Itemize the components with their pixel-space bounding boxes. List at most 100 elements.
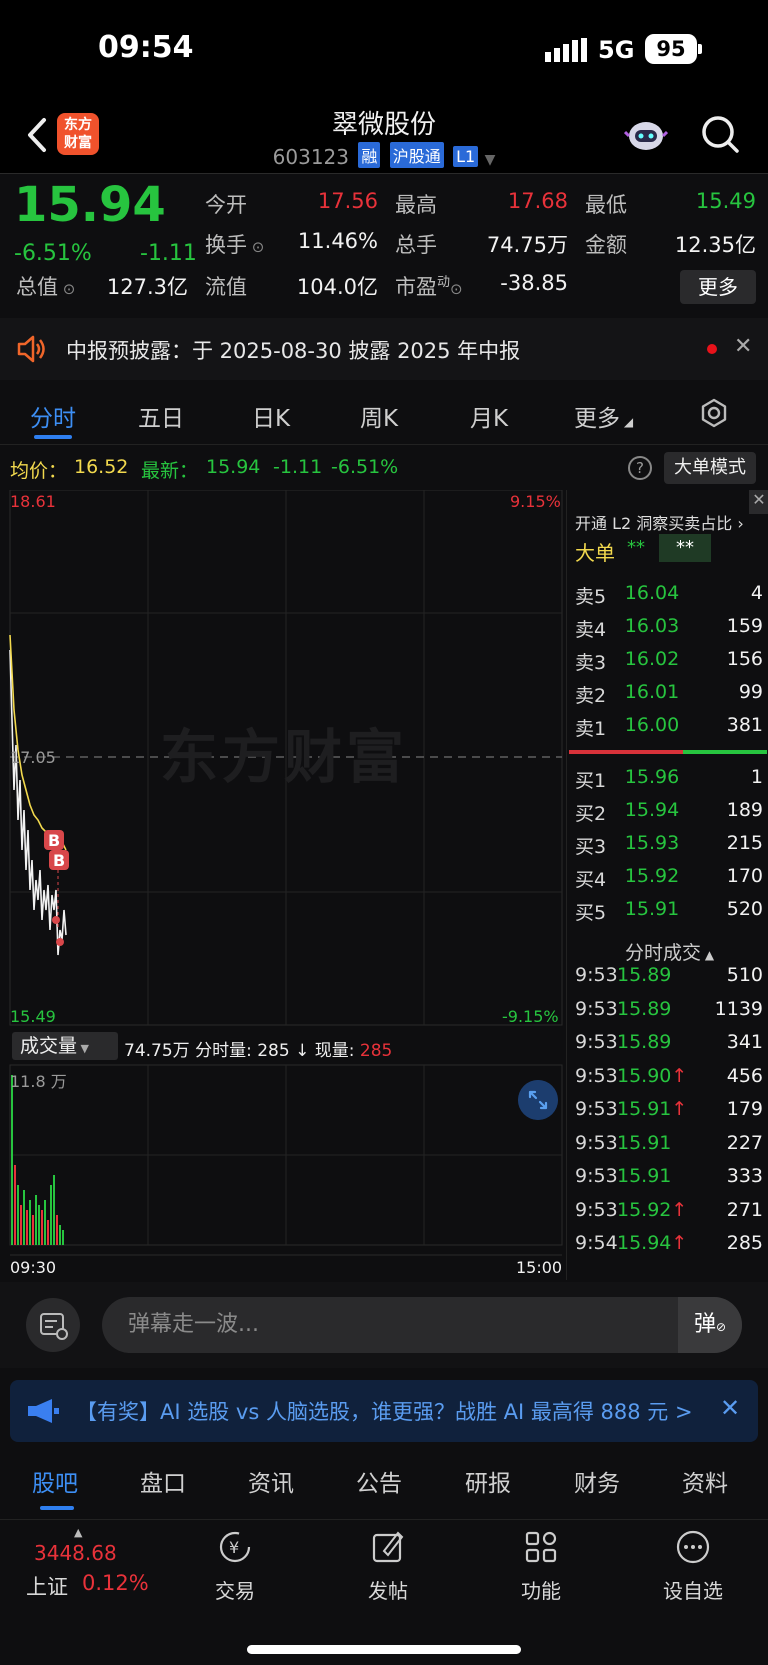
high-label: 最高 xyxy=(395,193,437,217)
tick-row[interactable]: 9:53 15.89 1139 xyxy=(567,994,768,1027)
tick-row[interactable]: 9:53 15.91↑ 179 xyxy=(567,1094,768,1127)
intraday-chart[interactable]: B B 18.61 9.15% 17.05 15.49 -9.15% 东方财富 … xyxy=(0,490,566,1280)
svg-text:¥: ¥ xyxy=(229,1538,239,1557)
stock-header: 东方 财富 翠微股份 603123 融 沪股通 L1 ▼ xyxy=(0,100,768,174)
ask-label: 卖1 xyxy=(575,718,607,740)
bid-row[interactable]: 买3 15.93 215 xyxy=(567,828,768,861)
tab-more[interactable]: 更多 ◢ xyxy=(574,399,633,433)
signal-icon xyxy=(545,38,587,62)
tick-row[interactable]: 9:53 15.89 510 xyxy=(567,960,768,993)
more-button[interactable]: 更多 xyxy=(680,270,756,304)
tab-daily-k[interactable]: 日K xyxy=(252,399,290,433)
market-cap-label-text: 总值 xyxy=(16,275,58,299)
bid-volume: 170 xyxy=(726,865,763,887)
volume-value: 74.75万 xyxy=(486,233,568,257)
down-arrow-icon: ↓ xyxy=(295,1041,310,1061)
tab-news[interactable]: 资讯 xyxy=(248,1464,294,1498)
bid-volume: 215 xyxy=(726,832,763,854)
close-icon[interactable]: ✕ xyxy=(734,334,752,359)
tick-time: 9:53 xyxy=(575,964,618,986)
help-icon[interactable]: ? xyxy=(628,456,652,480)
indicator-select[interactable]: 成交量 ▼ xyxy=(12,1032,118,1060)
nav-add-watchlist[interactable]: 设自选 xyxy=(648,1529,738,1604)
ask-row[interactable]: 卖5 16.04 4 xyxy=(567,578,768,611)
danmu-settings-icon[interactable] xyxy=(26,1298,80,1352)
y-axis-mid: 17.05 xyxy=(10,748,56,767)
gear-icon[interactable] xyxy=(698,397,730,429)
tick-row[interactable]: 9:53 15.91 333 xyxy=(567,1161,768,1194)
pe-label-text: 市盈 xyxy=(395,275,437,299)
ask-row[interactable]: 卖4 16.03 159 xyxy=(567,611,768,644)
ask-row[interactable]: 卖2 16.01 99 xyxy=(567,677,768,710)
turnover-label[interactable]: 换手 ⊙ xyxy=(205,229,264,259)
ask-price: 16.04 xyxy=(624,582,680,604)
tick-row[interactable]: 9:53 15.89 341 xyxy=(567,1027,768,1060)
nav-functions[interactable]: 功能 xyxy=(496,1529,586,1604)
bid-row[interactable]: 买1 15.96 1 xyxy=(567,762,768,795)
notice-bar[interactable]: 中报预披露：于 2025-08-30 披露 2025 年中报 ✕ xyxy=(0,318,768,380)
close-icon[interactable]: ✕ xyxy=(720,1394,740,1422)
big-order-mode-button[interactable]: 大单模式 xyxy=(664,452,756,484)
amount-value: 12.35亿 xyxy=(674,233,756,257)
order-book: 开通 L2 洞察买卖占比 › ✕ 大单 ** ** 卖5 16.04 4 卖4 16.… xyxy=(566,490,768,1280)
tab-monthly-k[interactable]: 月K xyxy=(470,399,508,433)
index-value[interactable]: 3448.68 xyxy=(34,1541,117,1565)
market-cap-label[interactable]: 总值 ⊙ xyxy=(16,271,75,301)
tab-order-flow[interactable]: 盘口 xyxy=(140,1464,186,1498)
avg-price-value: 16.52 xyxy=(74,456,129,478)
close-icon[interactable]: ✕ xyxy=(749,490,768,514)
ask-label: 卖5 xyxy=(575,586,607,608)
expand-icon[interactable] xyxy=(518,1080,558,1120)
tab-intraday[interactable]: 分时 xyxy=(30,399,76,433)
ask-row[interactable]: 卖3 16.02 156 xyxy=(567,644,768,677)
open-value: 17.56 xyxy=(317,189,378,213)
nav-trade[interactable]: ¥ 交易 xyxy=(190,1529,280,1604)
grid-icon xyxy=(525,1531,557,1563)
big-order-label: 大单 xyxy=(575,541,615,565)
tab-underline xyxy=(40,1506,74,1510)
tab-financials[interactable]: 财务 xyxy=(574,1464,620,1498)
tick-volume: 333 xyxy=(726,1165,763,1187)
tick-row[interactable]: 9:53 15.92↑ 271 xyxy=(567,1195,768,1228)
danmu-toggle-button[interactable]: 弹⊘ xyxy=(678,1297,742,1353)
ask-price: 16.01 xyxy=(624,681,680,703)
edit-icon xyxy=(372,1531,404,1563)
bid-price: 15.92 xyxy=(624,865,680,887)
low-value: 15.49 xyxy=(695,189,756,213)
tab-announcements[interactable]: 公告 xyxy=(356,1464,402,1498)
bid-price: 15.93 xyxy=(624,832,680,854)
tab-profile[interactable]: 资料 xyxy=(682,1464,728,1498)
danmu-input[interactable]: 弹幕走一波... xyxy=(102,1297,742,1353)
big-order-value-2: ** xyxy=(659,534,711,562)
y-axis-top: 18.61 xyxy=(10,492,56,511)
tab-forum[interactable]: 股吧 xyxy=(32,1464,78,1498)
tick-row[interactable]: 9:53 15.90↑ 456 xyxy=(567,1061,768,1094)
tick-price: 15.94↑ xyxy=(617,1232,688,1254)
bid-row[interactable]: 买4 15.92 170 xyxy=(567,861,768,894)
tab-weekly-k[interactable]: 周K xyxy=(360,399,398,433)
ask-volume: 156 xyxy=(726,648,763,670)
volume-bar xyxy=(20,1205,22,1245)
search-icon[interactable] xyxy=(700,114,740,154)
index-change[interactable]: 0.12% xyxy=(82,1571,149,1595)
tick-price: 15.89 xyxy=(617,1031,672,1053)
battery-tip xyxy=(698,44,702,54)
volume-bar xyxy=(14,1165,16,1245)
up-arrow-icon: ↑ xyxy=(671,1098,688,1120)
volume-bar xyxy=(50,1185,52,1245)
bid-row[interactable]: 买5 15.91 520 xyxy=(567,894,768,927)
ad-banner[interactable]: 【有奖】AI 选股 vs 人脑选股，谁更强？战胜 AI 最高得 888 元 > … xyxy=(10,1380,758,1442)
index-name[interactable]: 上证 xyxy=(26,1571,68,1601)
ai-robot-icon[interactable] xyxy=(624,114,668,158)
tick-price: 15.91↑ xyxy=(617,1098,688,1120)
float-cap-value: 104.0亿 xyxy=(296,275,378,299)
nav-post[interactable]: 发帖 xyxy=(343,1529,433,1604)
l2-promo-link[interactable]: 开通 L2 洞察买卖占比 › xyxy=(575,510,744,534)
bid-row[interactable]: 买2 15.94 189 xyxy=(567,795,768,828)
tab-research[interactable]: 研报 xyxy=(465,1464,511,1498)
ask-row[interactable]: 卖1 16.00 381 xyxy=(567,710,768,743)
change-percent: -6.51% xyxy=(14,241,92,266)
tick-row[interactable]: 9:53 15.91 227 xyxy=(567,1128,768,1161)
tab-five-day[interactable]: 五日 xyxy=(138,399,184,433)
tick-row[interactable]: 9:54 15.94↑ 285 xyxy=(567,1228,768,1261)
